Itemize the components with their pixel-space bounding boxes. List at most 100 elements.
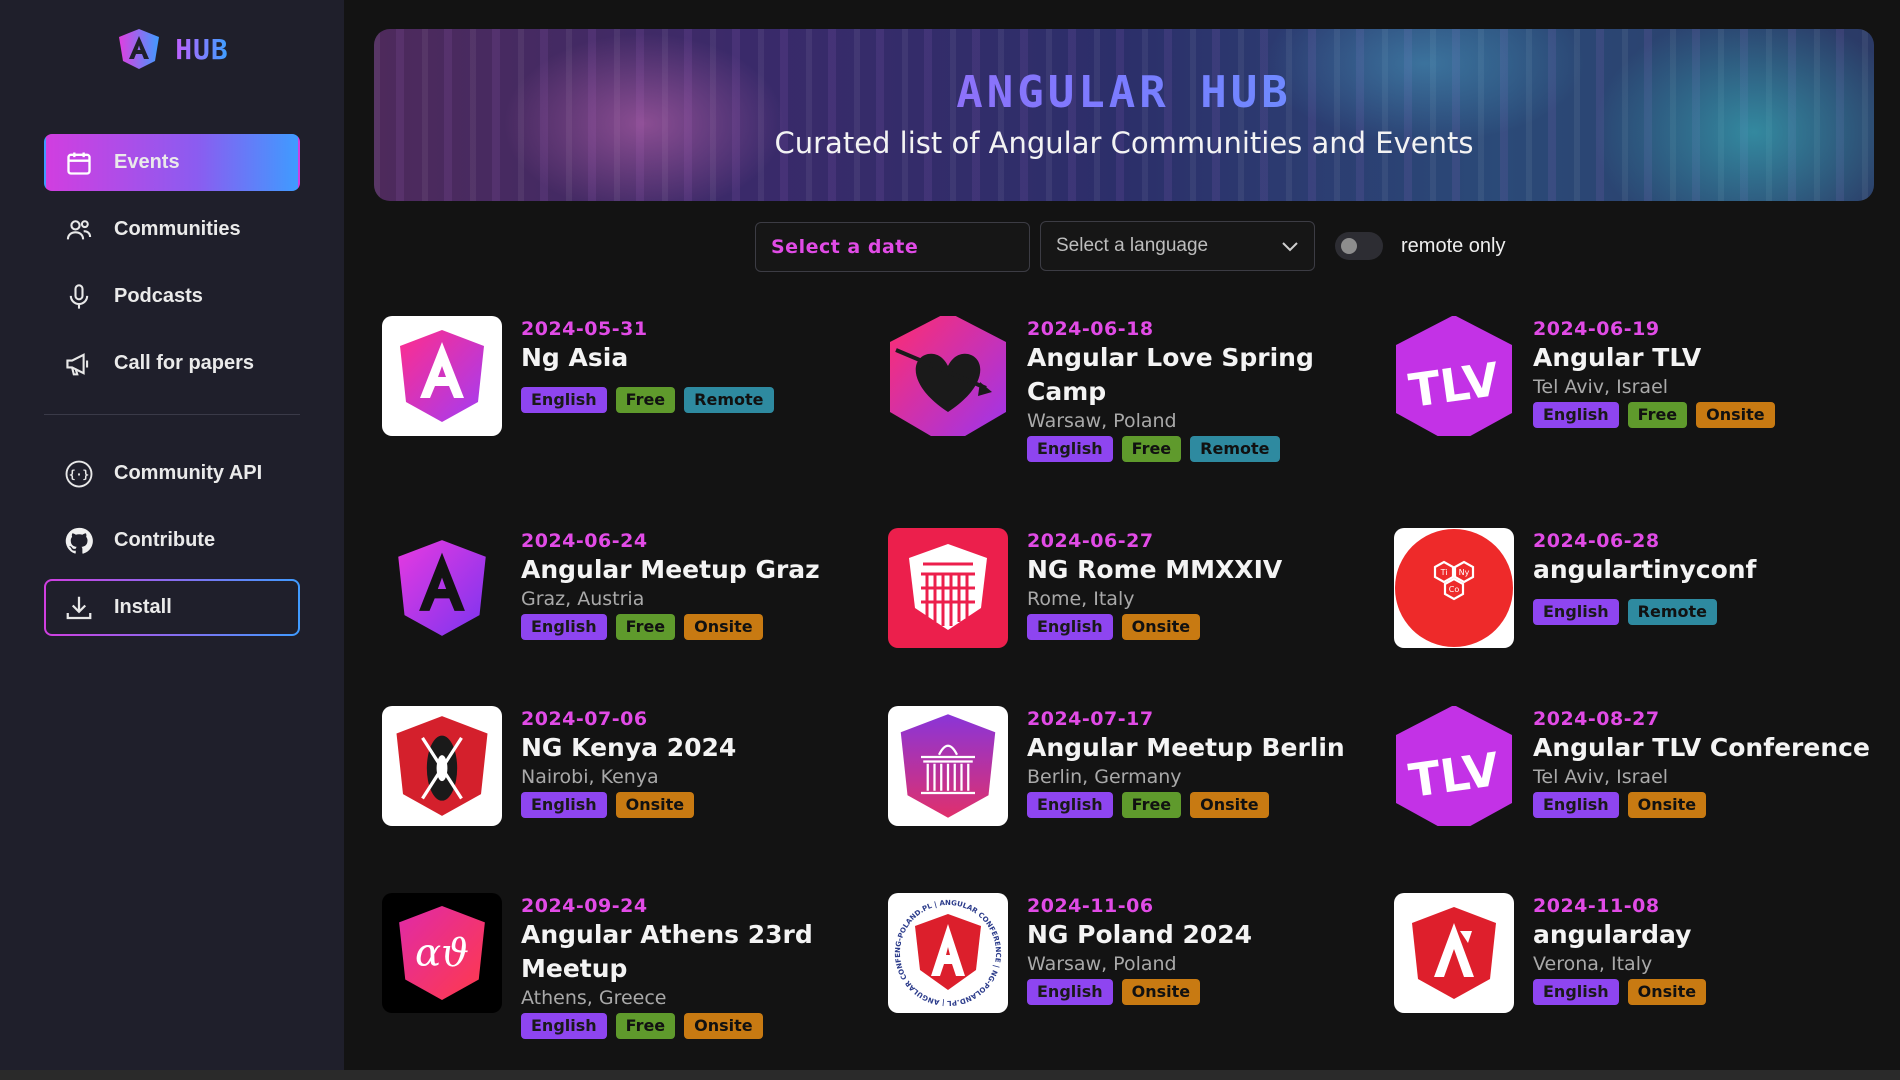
tag-format: Onsite <box>1121 614 1201 640</box>
event-location: Warsaw, Poland <box>1027 953 1177 975</box>
event-tags: English Remote <box>1533 599 1756 625</box>
language-select[interactable]: Select a language <box>1040 221 1315 271</box>
tag-language: English <box>521 1013 607 1039</box>
app-logo[interactable]: HUB <box>44 24 300 74</box>
event-location: Rome, Italy <box>1027 588 1135 610</box>
event-date: 2024-06-28 <box>1533 530 1660 552</box>
nav-divider <box>44 414 300 415</box>
event-tags: English Free Remote <box>521 387 774 413</box>
event-location: Tel Aviv, Israel <box>1533 766 1669 788</box>
event-card[interactable]: TLV 2024-08-27 Angular TLV Conference Te… <box>1394 706 1900 826</box>
tag-format: Onsite <box>1696 402 1775 428</box>
event-title: NG Rome MMXXIV <box>1027 555 1283 584</box>
event-card[interactable]: 2024-06-27 NG Rome MMXXIV Rome, Italy En… <box>888 528 1394 648</box>
logo-athens-text: αϑ <box>415 930 469 975</box>
event-tags: English Onsite <box>1533 979 1707 1005</box>
event-tags: English Free Remote <box>1027 436 1394 462</box>
nav-item-call-for-papers[interactable]: Call for papers <box>44 335 300 392</box>
logo-tinyconf-ti: Ti <box>1440 568 1448 577</box>
date-placeholder: Select a date <box>771 236 919 258</box>
nav-item-install[interactable]: Install <box>44 579 300 636</box>
nav-item-label: Community API <box>114 462 263 484</box>
nav-item-label: Contribute <box>114 529 216 551</box>
event-logo <box>1394 893 1514 1013</box>
nav-item-community-api[interactable]: {·} Community API <box>44 445 300 502</box>
logo-tinyconf-co: Co <box>1449 585 1460 594</box>
event-title: NG Kenya 2024 <box>521 733 737 762</box>
event-card[interactable]: Ti Ny Co 2024-06-28 angulartinyconf Engl… <box>1394 528 1900 648</box>
event-card[interactable]: TLV 2024-06-19 Angular TLV Tel Aviv, Isr… <box>1394 316 1900 436</box>
tag-price: Free <box>1627 402 1688 428</box>
event-logo: αϑ <box>382 893 502 1013</box>
event-date: 2024-11-06 <box>1027 895 1154 917</box>
event-logo: NG-POLAND.PL | ANGULAR CONFERENCE | NG-P… <box>888 893 1008 1013</box>
heart-logo-icon <box>890 316 1006 436</box>
event-info: 2024-09-24 Angular Athens 23rd Meetup At… <box>521 893 888 1039</box>
app-root: HUB Events Communities Podcasts Call for… <box>0 0 1900 1080</box>
event-card[interactable]: 2024-07-17 Angular Meetup Berlin Berlin,… <box>888 706 1394 826</box>
event-title: Angular Meetup Berlin <box>1027 733 1345 762</box>
hero-banner: ANGULAR HUB Curated list of Angular Comm… <box>374 29 1874 201</box>
remote-only-label: remote only <box>1401 234 1506 257</box>
event-card[interactable]: 2024-07-06 NG Kenya 2024 Nairobi, Kenya … <box>382 706 888 826</box>
angularday-logo-icon <box>1412 907 1496 999</box>
event-logo <box>888 706 1008 826</box>
tlv-logo-icon: TLV <box>1396 706 1512 826</box>
tag-language: English <box>1027 979 1113 1005</box>
event-card[interactable]: αϑ 2024-09-24 Angular Athens 23rd Meetup… <box>382 893 888 1039</box>
event-info: 2024-06-18 Angular Love Spring Camp Wars… <box>1027 316 1394 462</box>
tag-price: Free <box>1121 792 1182 818</box>
remote-only-toggle[interactable] <box>1335 232 1383 260</box>
api-icon: {·} <box>64 459 94 489</box>
chevron-down-icon <box>1282 242 1298 252</box>
event-logo <box>382 316 502 436</box>
event-card[interactable]: 2024-06-24 Angular Meetup Graz Graz, Aus… <box>382 528 888 648</box>
kenya-shield-logo-icon <box>396 716 488 816</box>
tag-language: English <box>521 387 607 413</box>
nav-item-contribute[interactable]: Contribute <box>44 512 300 569</box>
event-card[interactable]: 2024-11-08 angularday Verona, Italy Engl… <box>1394 893 1900 1013</box>
event-logo <box>382 528 502 648</box>
tlv-logo-icon: TLV <box>1396 316 1512 436</box>
tag-language: English <box>521 614 607 640</box>
event-location: Nairobi, Kenya <box>521 766 659 788</box>
event-logo <box>382 706 502 826</box>
event-logo: Ti Ny Co <box>1394 528 1514 648</box>
event-date: 2024-06-19 <box>1533 318 1660 340</box>
main-content: ANGULAR HUB Curated list of Angular Comm… <box>344 0 1900 1080</box>
event-location: Berlin, Germany <box>1027 766 1182 788</box>
date-picker-input[interactable]: Select a date <box>755 222 1030 272</box>
logo-text: HUB <box>175 32 229 66</box>
event-tags: English Free Onsite <box>521 1013 888 1039</box>
angular-logo-icon <box>400 330 484 422</box>
tag-language: English <box>1027 614 1113 640</box>
event-title: Angular Meetup Graz <box>521 555 820 584</box>
tag-format: Remote <box>684 387 774 413</box>
event-card[interactable]: 2024-06-18 Angular Love Spring Camp Wars… <box>888 316 1394 462</box>
nav-item-podcasts[interactable]: Podcasts <box>44 268 300 325</box>
people-icon <box>64 215 94 245</box>
hero-title: ANGULAR HUB <box>374 67 1874 118</box>
brandenburg-gate-logo-icon <box>900 714 996 818</box>
event-tags: English Onsite <box>521 792 736 818</box>
event-card[interactable]: NG-POLAND.PL | ANGULAR CONFERENCE | NG-P… <box>888 893 1394 1013</box>
event-title: Angular TLV Conference <box>1533 733 1870 762</box>
event-title: angularday <box>1533 920 1692 949</box>
athens-logo-icon: αϑ <box>399 906 485 1000</box>
event-tags: English Onsite <box>1533 792 1870 818</box>
event-title: Angular Love Spring Camp <box>1027 343 1314 406</box>
filter-bar: Select a date Select a language remote o… <box>755 221 1874 272</box>
calendar-icon <box>64 148 94 178</box>
event-title: Angular TLV <box>1533 343 1702 372</box>
event-tags: English Onsite <box>1027 614 1282 640</box>
event-card[interactable]: 2024-05-31 Ng Asia English Free Remote <box>382 316 888 436</box>
tag-language: English <box>1533 402 1619 428</box>
tag-language: English <box>1533 599 1619 625</box>
nav-item-communities[interactable]: Communities <box>44 201 300 258</box>
tag-price: Free <box>615 387 676 413</box>
event-logo <box>888 316 1008 436</box>
event-location: Verona, Italy <box>1533 953 1653 975</box>
nav-item-events[interactable]: Events <box>44 134 300 191</box>
tinyconf-logo-icon: Ti Ny Co <box>1395 529 1513 647</box>
angular-logo-icon <box>398 540 486 636</box>
